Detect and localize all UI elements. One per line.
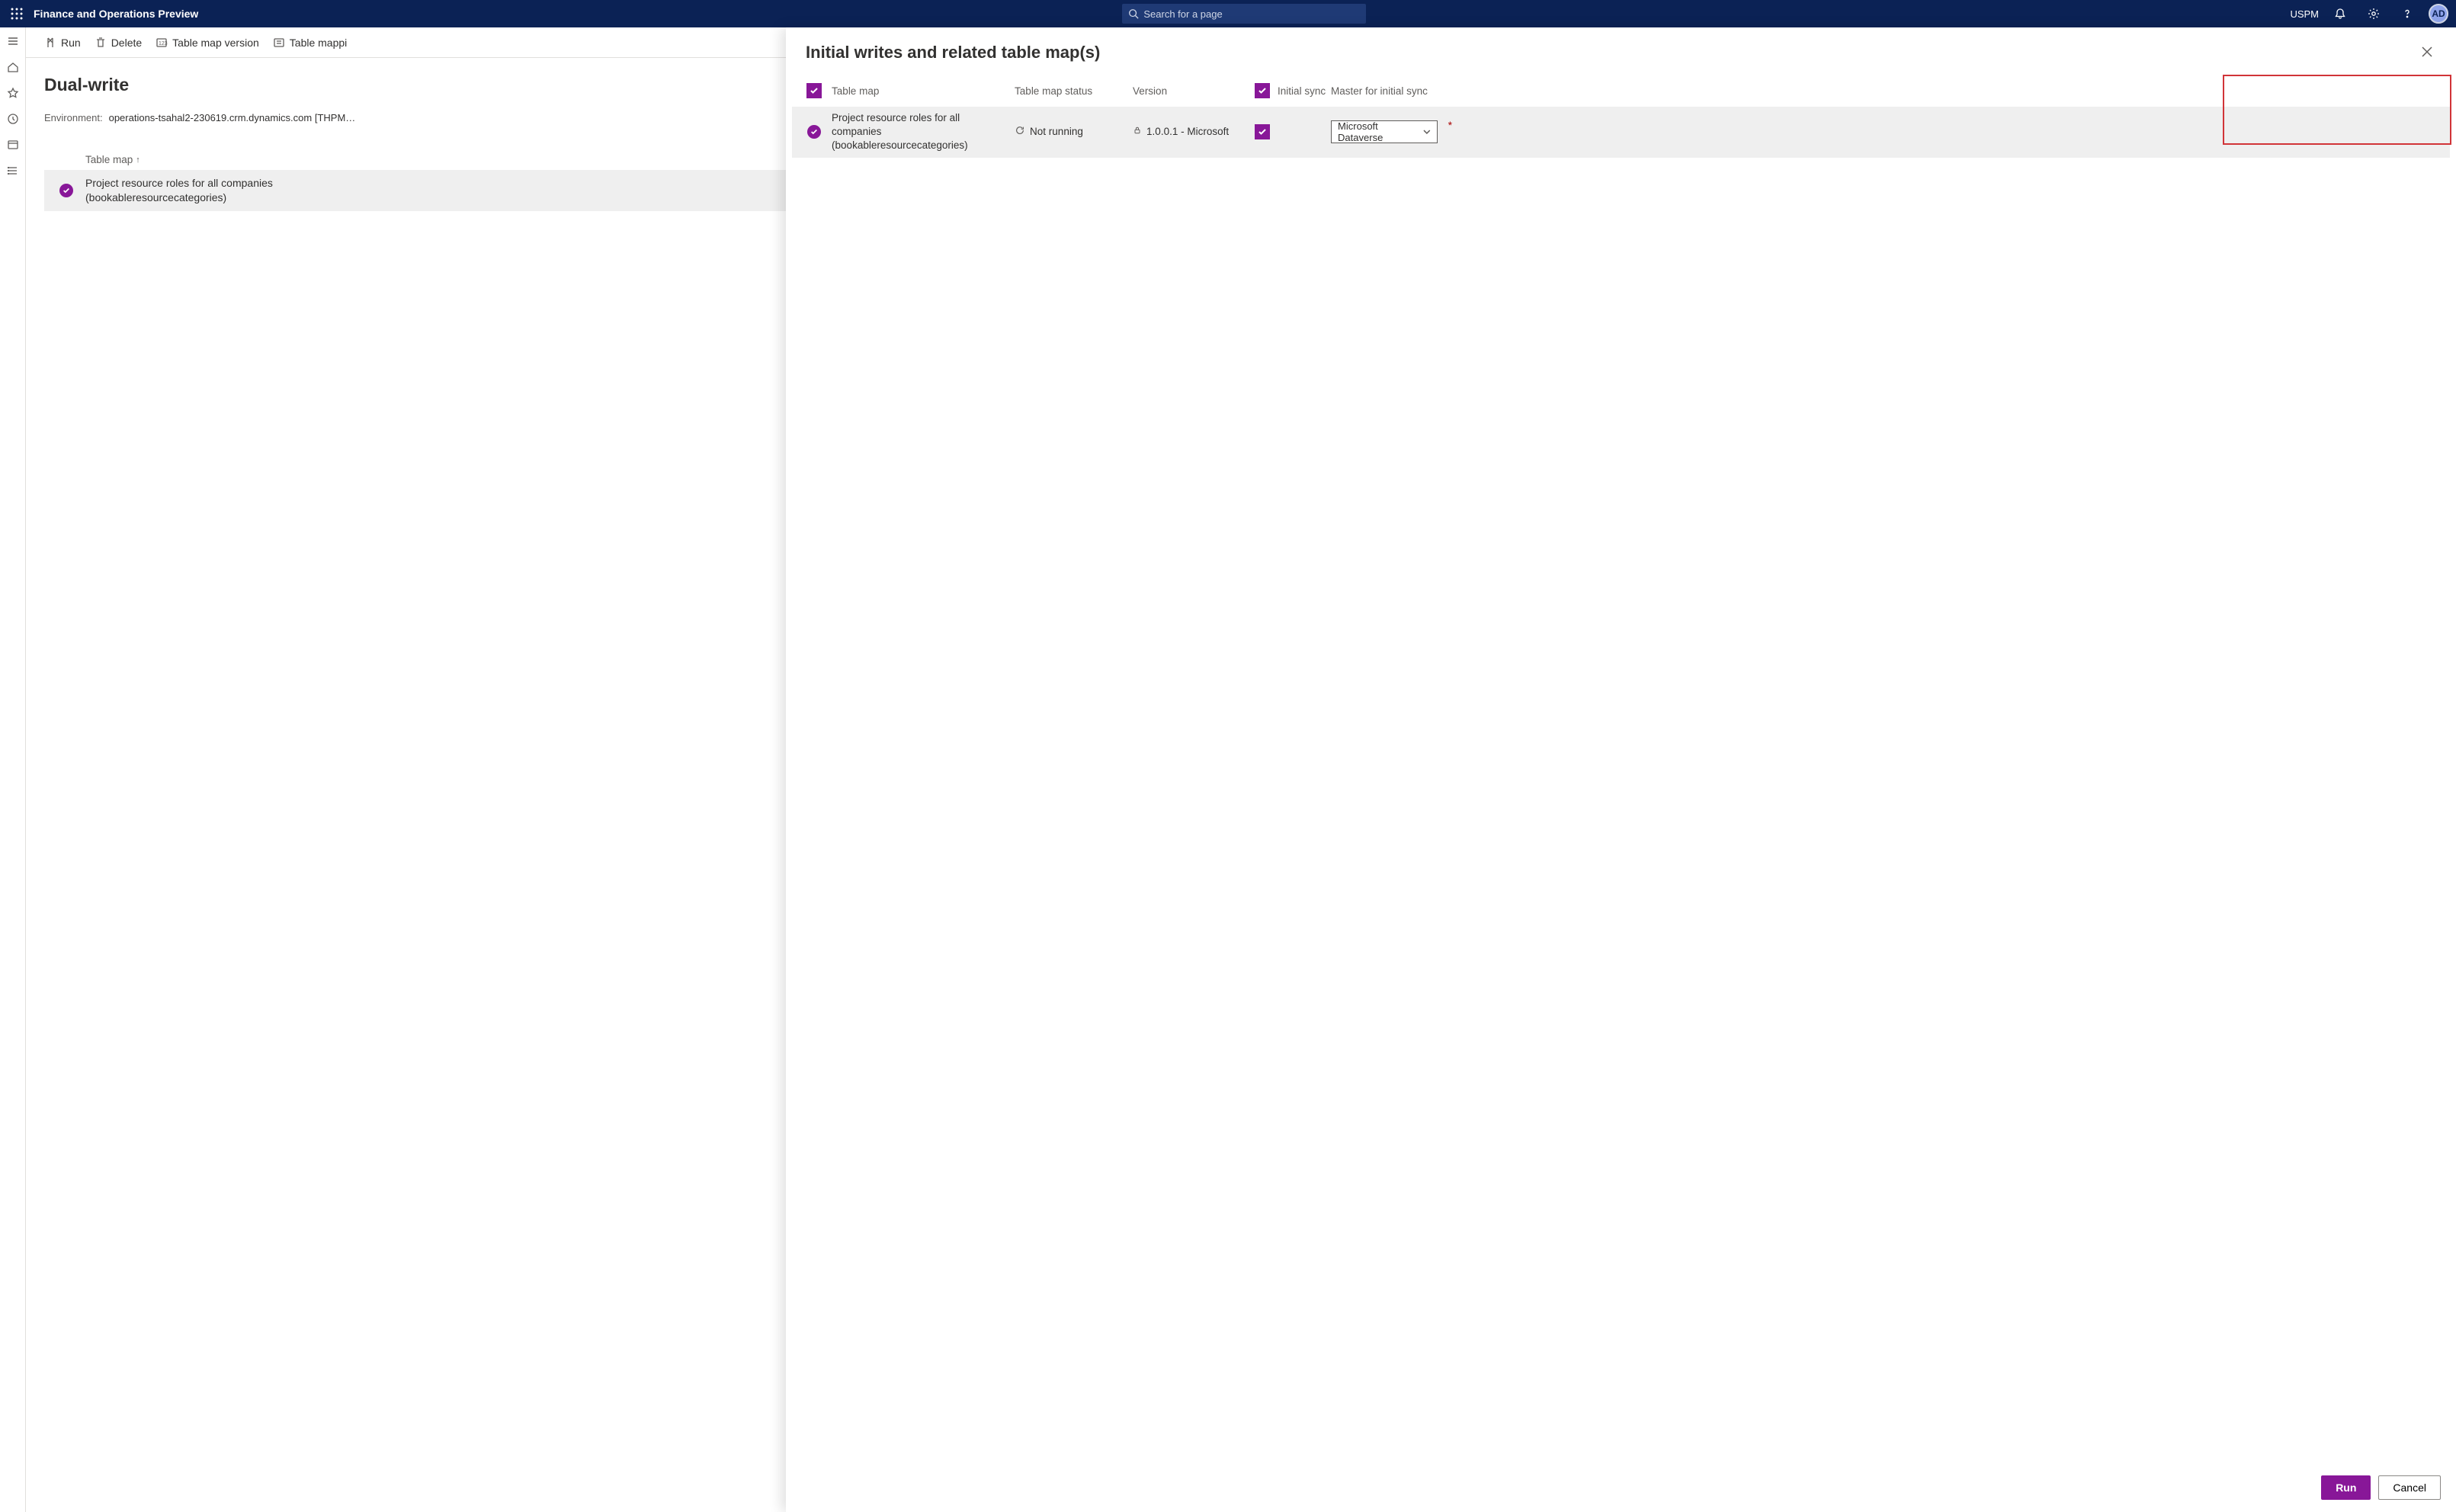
col-header-table-map[interactable]: Table map (832, 85, 1015, 97)
avatar-initials: AD (2432, 8, 2445, 19)
required-indicator: * (1448, 119, 1452, 131)
close-button[interactable] (2418, 43, 2436, 61)
table-row[interactable]: Project resource roles for all companies… (792, 107, 2450, 158)
table-mappings-label: Table mappi (290, 37, 348, 49)
sort-ascending-icon: ↑ (136, 155, 140, 165)
lock-icon (1133, 125, 1142, 139)
table-map-version-label: Table map version (172, 37, 259, 49)
svg-text:123: 123 (159, 41, 168, 46)
environment-label: Environment: (44, 112, 103, 123)
row-status-icon (807, 125, 821, 139)
environment-value: operations-tsahal2-230619.crm.dynamics.c… (109, 112, 356, 123)
select-all-checkbox[interactable] (806, 83, 822, 98)
workspaces-icon[interactable] (5, 137, 21, 152)
row-map-name: Project resource roles for all companies (832, 111, 1007, 139)
search-placeholder: Search for a page (1143, 8, 1222, 20)
modules-icon[interactable] (5, 163, 21, 178)
panel-run-button[interactable]: Run (2321, 1475, 2371, 1500)
row-subtitle: (bookableresourcecategories) (85, 191, 273, 205)
user-avatar[interactable]: AD (2429, 4, 2448, 24)
panel-cancel-button[interactable]: Cancel (2378, 1475, 2441, 1500)
app-launcher-icon[interactable] (5, 2, 29, 26)
home-icon[interactable] (5, 59, 21, 75)
row-status-text: Not running (1030, 125, 1083, 139)
table-map-version-button[interactable]: 123 Table map version (156, 37, 259, 49)
search-input[interactable]: Search for a page (1122, 4, 1366, 24)
row-map-sub: (bookableresourcecategories) (832, 139, 1007, 152)
delete-label: Delete (111, 37, 142, 49)
top-navigation-bar: Finance and Operations Preview Search fo… (0, 0, 2456, 27)
delete-button[interactable]: Delete (95, 37, 142, 49)
company-code[interactable]: USPM (2290, 8, 2319, 20)
col-header-initial-sync[interactable]: Initial sync (1278, 85, 1326, 97)
settings-icon[interactable] (2361, 2, 2386, 26)
notifications-icon[interactable] (2328, 2, 2352, 26)
left-rail (0, 27, 26, 1512)
initial-sync-row-checkbox[interactable] (1255, 124, 1270, 139)
master-selected-value: Microsoft Dataverse (1338, 120, 1423, 143)
status-checkmark-icon (59, 184, 73, 197)
run-button[interactable]: Run (44, 37, 81, 49)
col-header-master[interactable]: Master for initial sync (1331, 85, 1449, 97)
help-icon[interactable] (2395, 2, 2419, 26)
table-map-column-header[interactable]: Table map ↑ (85, 154, 140, 165)
master-select[interactable]: Microsoft Dataverse (1331, 120, 1438, 143)
side-panel: Initial writes and related table map(s) … (786, 27, 2456, 1512)
run-label: Run (61, 37, 81, 49)
initial-sync-header-checkbox[interactable] (1255, 83, 1270, 98)
row-version-text: 1.0.0.1 - Microsoft (1146, 125, 1229, 139)
col-header-version[interactable]: Version (1133, 85, 1255, 97)
app-title: Finance and Operations Preview (34, 8, 198, 20)
table-mappings-button[interactable]: Table mappi (273, 37, 348, 49)
col-header-status[interactable]: Table map status (1015, 85, 1133, 97)
recent-icon[interactable] (5, 111, 21, 127)
panel-title: Initial writes and related table map(s) (806, 43, 1100, 62)
favorites-icon[interactable] (5, 85, 21, 101)
hamburger-icon[interactable] (5, 34, 21, 49)
refresh-icon (1015, 125, 1025, 139)
row-title: Project resource roles for all companies (85, 176, 273, 191)
